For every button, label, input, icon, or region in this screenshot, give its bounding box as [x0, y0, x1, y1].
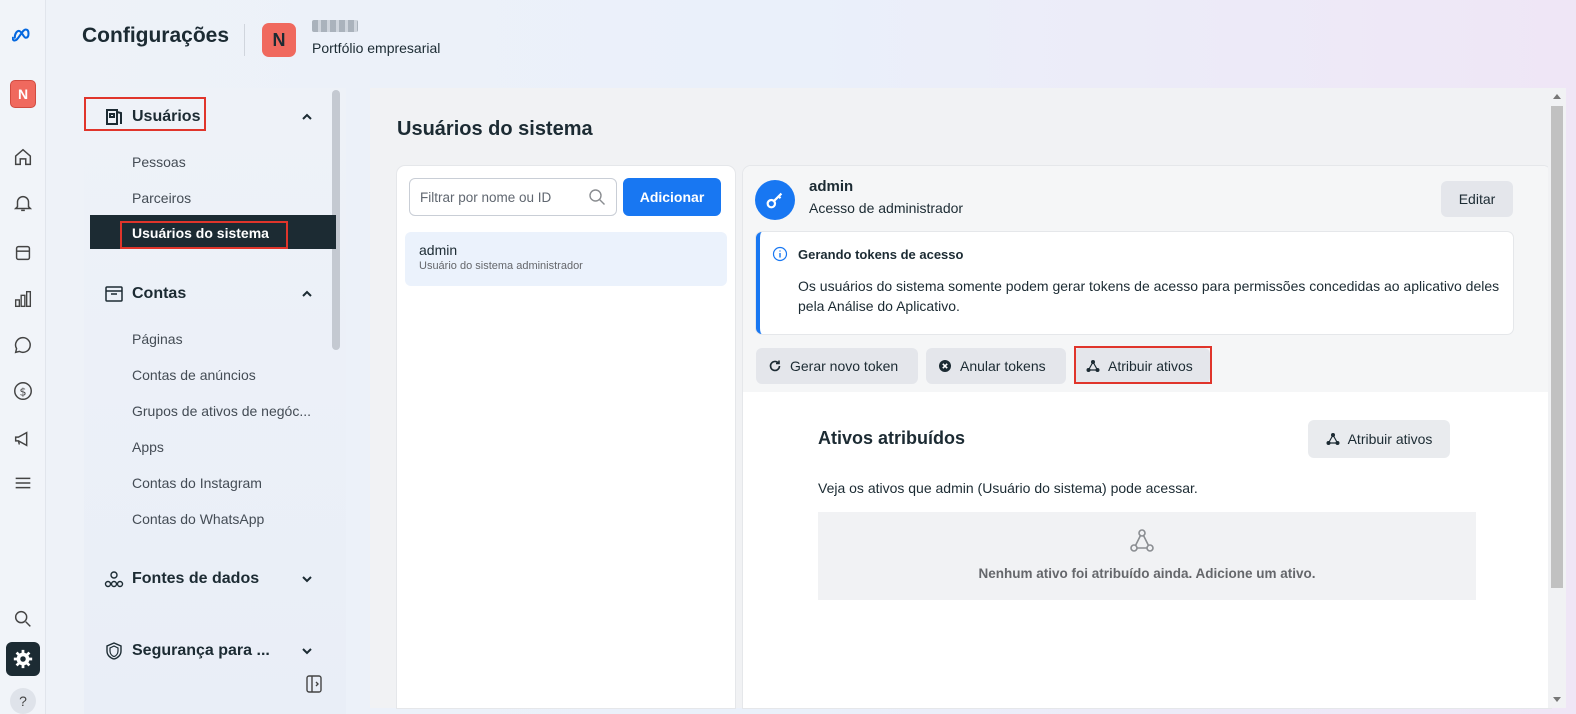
edit-button[interactable]: Editar — [1441, 181, 1513, 217]
bell-icon[interactable] — [8, 188, 38, 218]
data-sources-icon — [104, 571, 124, 588]
highlight-system-users — [120, 221, 288, 249]
pages-icon[interactable] — [8, 238, 38, 268]
detail-user-name: admin — [809, 178, 854, 195]
sidebar-item-partners[interactable]: Parceiros — [132, 190, 191, 206]
user-detail-panel: admin Acesso de administrador Editar Ger… — [743, 166, 1551, 708]
shield-icon — [106, 642, 122, 660]
generate-token-label: Gerar novo token — [790, 358, 899, 374]
detail-user-role: Acesso de administrador — [809, 200, 964, 216]
empty-state: Nenhum ativo foi atribuído ainda. Adicio… — [818, 512, 1476, 600]
highlight-assign-assets — [1074, 346, 1212, 384]
add-button[interactable]: Adicionar — [623, 178, 721, 216]
detail-header: admin Acesso de administrador Editar Ger… — [743, 166, 1551, 392]
chevron-up-icon[interactable] — [300, 287, 314, 301]
sidebar-item-instagram[interactable]: Contas do Instagram — [132, 475, 262, 491]
info-title: Gerando tokens de acesso — [798, 247, 964, 262]
scroll-up-arrow[interactable] — [1553, 94, 1561, 99]
info-icon — [772, 246, 788, 262]
empty-state-text: Nenhum ativo foi atribuído ainda. Adicio… — [978, 566, 1316, 581]
scrollbar-thumb[interactable] — [1551, 106, 1563, 588]
key-icon — [755, 180, 795, 220]
icon-rail: N $ ? — [0, 0, 46, 714]
help-icon[interactable]: ? — [10, 688, 36, 714]
sidebar-section-label: Contas — [132, 285, 187, 302]
system-users-list: Filtrar por nome ou ID Adicionar admin U… — [397, 166, 735, 708]
sidebar-item-apps[interactable]: Apps — [132, 439, 164, 455]
menu-icon[interactable] — [8, 468, 38, 498]
chevron-down-icon[interactable] — [300, 644, 314, 658]
sidebar-section-label: Fontes de dados — [132, 570, 260, 587]
assigned-assets-title: Ativos atribuídos — [818, 428, 966, 448]
chevron-up-icon[interactable] — [300, 110, 314, 124]
divider — [244, 24, 245, 56]
assign-assets-secondary-button[interactable]: Atribuir ativos — [1308, 420, 1450, 458]
svg-text:$: $ — [20, 386, 27, 399]
revoke-tokens-label: Anular tokens — [960, 358, 1046, 374]
sidebar-item-ad-accounts[interactable]: Contas de anúncios — [132, 367, 256, 383]
info-text: Os usuários do sistema somente podem ger… — [798, 278, 1500, 314]
search-icon — [589, 189, 605, 205]
info-banner: Gerando tokens de acesso Os usuários do … — [756, 232, 1513, 334]
sidebar-item-whatsapp[interactable]: Contas do WhatsApp — [132, 511, 264, 527]
scroll-down-arrow[interactable] — [1553, 697, 1561, 702]
top-bar: Configurações N Portfólio empresarial — [46, 0, 1576, 82]
gear-icon[interactable] — [6, 642, 40, 676]
refresh-icon — [769, 360, 781, 372]
search-icon[interactable] — [8, 604, 38, 634]
meta-logo-icon[interactable] — [8, 20, 38, 50]
collapse-sidebar-icon[interactable] — [304, 674, 324, 694]
section-title: Usuários do sistema — [397, 118, 593, 140]
archive-icon — [105, 286, 123, 302]
highlight-users — [84, 97, 206, 131]
user-subtitle: Usuário do sistema administrador — [419, 260, 583, 272]
assign-assets-secondary-label: Atribuir ativos — [1347, 431, 1433, 447]
sidebar-item-pages[interactable]: Páginas — [132, 331, 183, 347]
business-avatar[interactable]: N — [262, 23, 296, 57]
search-placeholder: Filtrar por nome ou ID — [420, 190, 552, 205]
settings-sidebar: Usuários Pessoas Parceiros Usuários do s… — [84, 88, 346, 714]
cancel-icon — [939, 360, 951, 372]
assets-empty-icon — [1130, 529, 1154, 552]
business-subtitle: Portfólio empresarial — [312, 40, 441, 56]
revoke-tokens-button[interactable]: Anular tokens — [926, 348, 1066, 384]
megaphone-icon[interactable] — [8, 424, 38, 454]
page-title: Configurações — [82, 24, 230, 47]
business-name-redacted — [312, 20, 358, 32]
sidebar-item-asset-groups[interactable]: Grupos de ativos de negóc... — [132, 403, 311, 419]
assets-icon — [1326, 433, 1340, 445]
generate-token-button[interactable]: Gerar novo token — [756, 348, 918, 384]
main-content: Usuários do sistema Filtrar por nome ou … — [370, 88, 1566, 708]
search-input[interactable]: Filtrar por nome ou ID — [409, 178, 617, 216]
user-name: admin — [419, 242, 458, 258]
chart-icon[interactable] — [8, 284, 38, 314]
chat-icon[interactable] — [8, 330, 38, 360]
account-avatar[interactable]: N — [10, 80, 36, 108]
sidebar-section-label: Segurança para ... — [132, 642, 270, 659]
dollar-icon[interactable]: $ — [8, 376, 38, 406]
home-icon[interactable] — [8, 142, 38, 172]
chevron-down-icon[interactable] — [300, 572, 314, 586]
page-scrollbar[interactable] — [1548, 88, 1566, 708]
sidebar-item-people[interactable]: Pessoas — [132, 154, 186, 170]
list-item[interactable]: admin Usuário do sistema administrador — [405, 232, 727, 286]
assigned-assets-description: Veja os ativos que admin (Usuário do sis… — [818, 480, 1198, 496]
